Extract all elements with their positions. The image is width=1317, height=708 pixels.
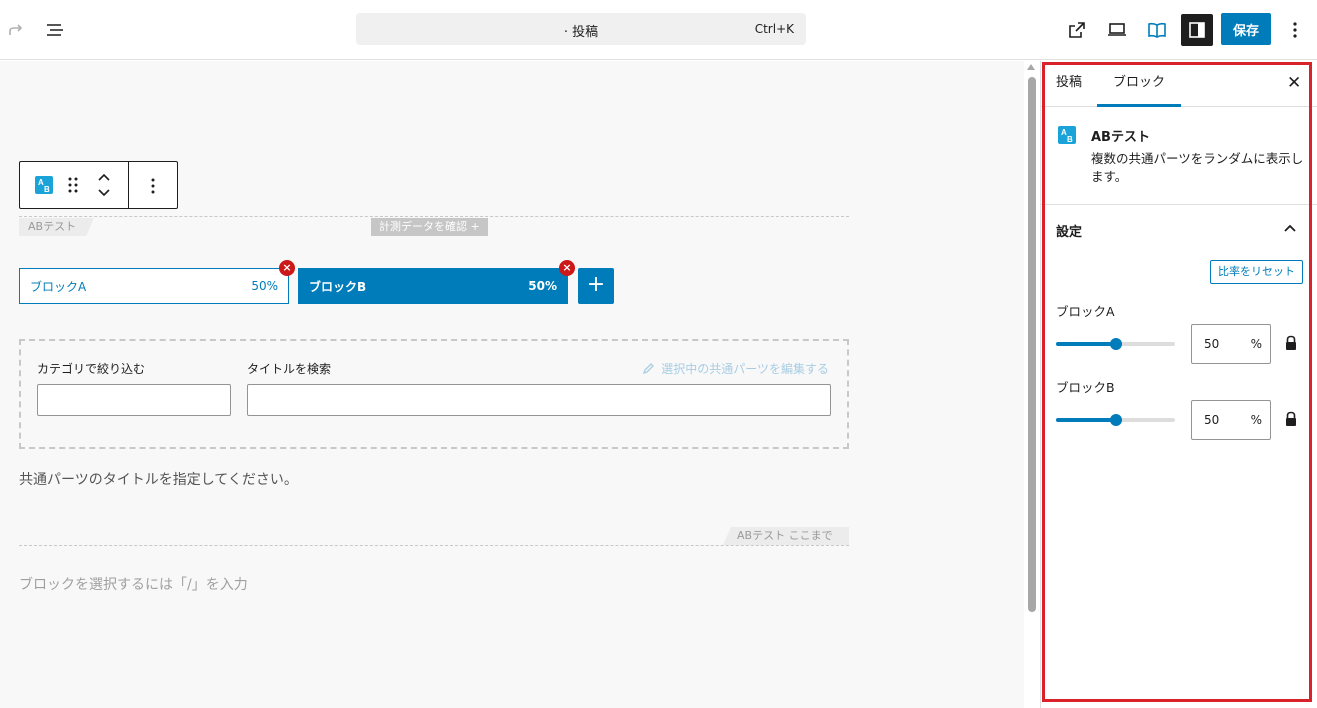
ratio-value: 50 <box>1204 413 1220 427</box>
lock-icon[interactable] <box>1284 335 1298 351</box>
block-options-icon[interactable] <box>150 177 156 199</box>
external-link-icon[interactable] <box>1061 14 1093 46</box>
ratio-a-input[interactable]: 50 % <box>1191 324 1271 364</box>
drag-handle-icon[interactable] <box>67 176 79 198</box>
move-up-icon[interactable] <box>97 171 111 187</box>
remove-pattern-a-icon[interactable]: × <box>279 260 295 276</box>
list-view-icon[interactable] <box>39 14 71 46</box>
svg-text:B: B <box>1067 135 1073 144</box>
chevron-up-icon[interactable] <box>1283 222 1297 238</box>
ratio-a-slider[interactable] <box>1056 338 1175 350</box>
edit-shared-part-link[interactable]: 選択中の共通パーツを編集する <box>642 360 829 377</box>
ab-end-divider <box>19 545 849 546</box>
tab-block[interactable]: ブロック <box>1113 61 1165 107</box>
ratio-b-input[interactable]: 50 % <box>1191 400 1271 440</box>
measure-data-button[interactable]: 計測データを確認 + <box>371 218 488 236</box>
shortcut-hint: Ctrl+K <box>754 22 794 36</box>
slider-fill <box>1056 342 1116 346</box>
edit-link-label: 選択中の共通パーツを編集する <box>661 362 829 376</box>
sidebar-tabs: 投稿 ブロック <box>1041 61 1317 107</box>
ratio-b-slider[interactable] <box>1056 414 1175 426</box>
category-filter-label: カテゴリで絞り込む <box>37 362 146 376</box>
block-card-title: ABテスト <box>1091 130 1150 145</box>
move-down-icon[interactable] <box>97 187 111 203</box>
pencil-icon <box>643 363 655 375</box>
remove-pattern-b-icon[interactable]: × <box>559 260 575 276</box>
ab-start-divider <box>19 216 849 217</box>
toolbar-separator <box>128 162 129 208</box>
device-preview-icon[interactable] <box>1101 14 1133 46</box>
ratio-unit: % <box>1250 337 1262 351</box>
shared-part-hint: 共通パーツのタイトルを指定してください。 <box>19 472 298 488</box>
slider-thumb[interactable] <box>1109 414 1122 426</box>
ratio-unit: % <box>1250 413 1262 427</box>
command-palette[interactable]: · 投稿 Ctrl+K <box>356 13 806 45</box>
save-button[interactable]: 保存 <box>1221 13 1271 45</box>
slider-thumb[interactable] <box>1109 338 1122 350</box>
ratio-value: 50 <box>1204 337 1220 351</box>
ab-test-block-icon: AB <box>1057 125 1077 149</box>
ratio-a-label: ブロックA <box>1056 304 1115 319</box>
svg-text:B: B <box>44 185 50 194</box>
reset-ratio-button[interactable]: 比率をリセット <box>1210 260 1303 284</box>
more-options-icon[interactable] <box>1279 14 1311 46</box>
block-card-description: 複数の共通パーツをランダムに表示します。 <box>1091 151 1304 184</box>
editor-header: · 投稿 Ctrl+K 保存 <box>0 0 1317 60</box>
category-filter-input[interactable] <box>37 384 231 416</box>
scrollbar-thumb[interactable] <box>1028 77 1036 612</box>
add-pattern-button[interactable]: + <box>578 268 614 304</box>
document-title: · 投稿 <box>563 25 599 40</box>
block-appender-placeholder[interactable]: ブロックを選択するには「/」を入力 <box>19 574 248 594</box>
sidebar-toggle-icon[interactable] <box>1181 14 1213 46</box>
ab-test-block-icon[interactable]: AB <box>34 175 54 199</box>
scroll-up-arrow[interactable] <box>1027 64 1035 70</box>
pattern-label: ブロックB <box>309 279 367 294</box>
shared-part-selector: カテゴリで絞り込む タイトルを検索 選択中の共通パーツを編集する <box>19 339 849 449</box>
ab-end-tag: ABテスト ここまで <box>723 527 849 545</box>
pattern-percent: 50% <box>528 279 557 293</box>
block-toolbar: AB <box>19 161 178 209</box>
ab-start-tag: ABテスト <box>19 218 94 236</box>
close-icon[interactable]: ✕ <box>1287 73 1301 93</box>
book-icon[interactable] <box>1141 14 1173 46</box>
ratio-b-label: ブロックB <box>1056 380 1115 395</box>
title-search-input[interactable] <box>247 384 831 416</box>
pattern-tab-a[interactable]: ブロックA 50% <box>19 268 289 304</box>
pattern-tab-b[interactable]: ブロックB 50% <box>298 268 568 304</box>
settings-panel-title[interactable]: 設定 <box>1056 221 1082 240</box>
tab-post[interactable]: 投稿 <box>1056 61 1082 107</box>
title-search-label: タイトルを検索 <box>247 362 332 376</box>
redo-icon[interactable] <box>0 14 32 46</box>
pattern-percent: 50% <box>251 279 278 293</box>
lock-icon[interactable] <box>1284 411 1298 427</box>
pattern-label: ブロックA <box>30 279 87 294</box>
slider-fill <box>1056 418 1116 422</box>
